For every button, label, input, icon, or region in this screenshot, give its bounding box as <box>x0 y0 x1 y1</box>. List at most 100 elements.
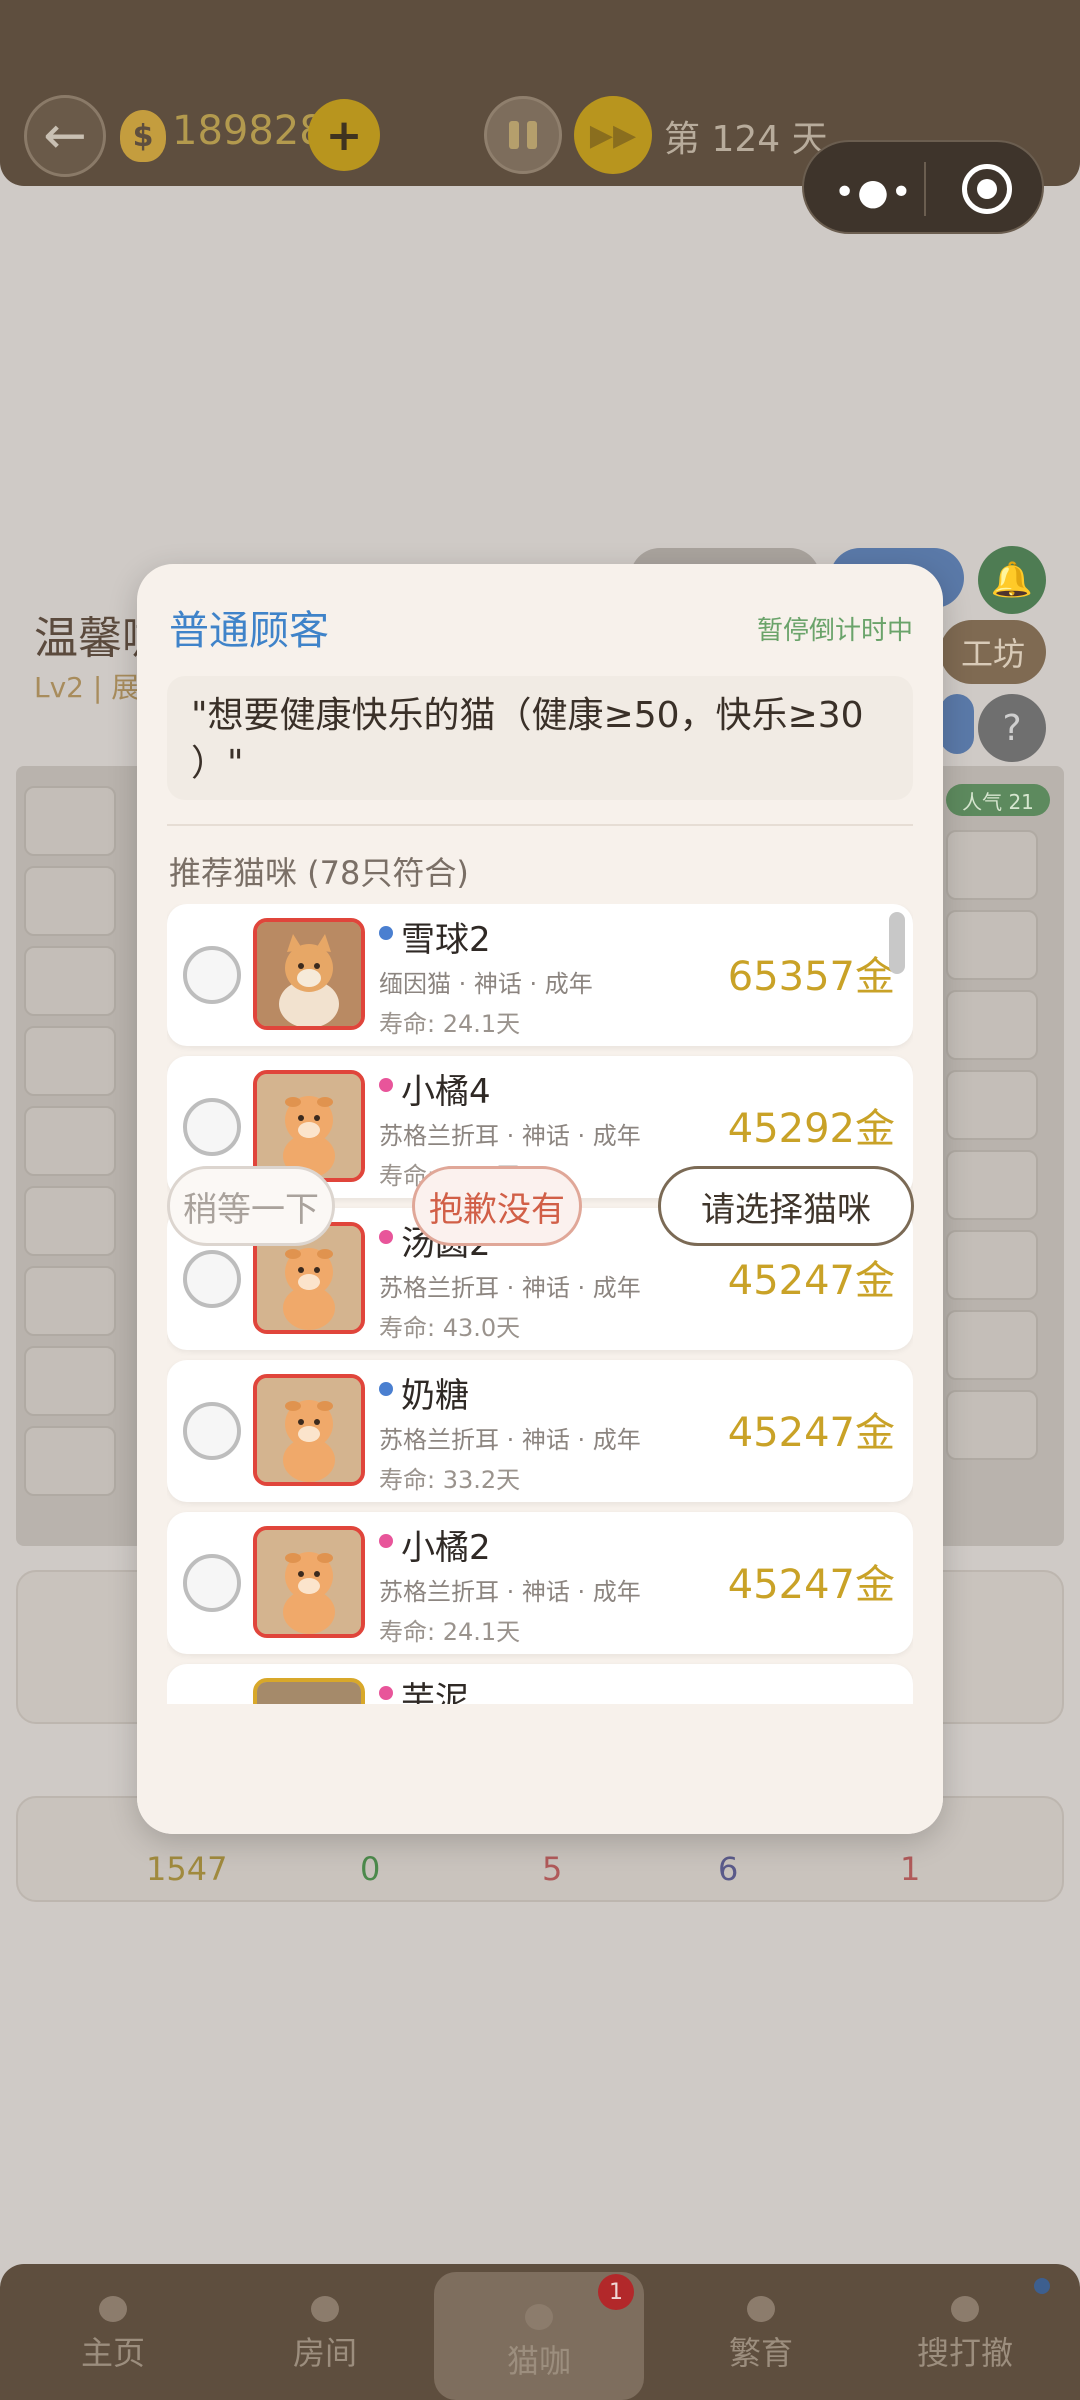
recommend-label: 推荐猫咪 (78只符合) <box>169 854 469 892</box>
floor-tile <box>946 830 1038 900</box>
cat-price: 45247金 <box>727 1410 895 1456</box>
cat-lifespan: 寿命: 43.0天 <box>379 1314 521 1342</box>
miniprogram-capsule: •●• <box>802 140 1044 234</box>
floor-tile <box>946 1230 1038 1300</box>
bottom-nav: 主页 房间 猫咖 繁育 搜打撤 <box>0 2264 1080 2400</box>
floor-tile <box>946 910 1038 980</box>
stat-value: 5 <box>542 1850 563 1888</box>
sorry-button[interactable]: 抱歉没有 <box>412 1166 582 1246</box>
back-arrow-icon[interactable]: ← <box>24 95 106 177</box>
close-target-icon[interactable] <box>962 164 1012 214</box>
cat-name: 奶糖 <box>401 1376 469 1416</box>
flower-icon <box>951 2296 979 2322</box>
bell-icon[interactable]: 🔔 <box>978 546 1046 614</box>
cat-list-viewport[interactable]: 雪球2 缅因猫 · 神话 · 成年 寿命: 24.1天 65357金 小橘4 苏… <box>167 904 913 1704</box>
gender-dot <box>379 926 393 940</box>
wait-button[interactable]: 稍等一下 <box>167 1166 335 1246</box>
floor-tile <box>946 1070 1038 1140</box>
gender-dot <box>379 1686 393 1700</box>
cat-lifespan: 寿命: 24.1天 <box>379 1010 521 1038</box>
floor-tile <box>24 1426 116 1496</box>
cat-lifespan: 寿命: 24.1天 <box>379 1618 521 1646</box>
workshop-button[interactable]: 工坊 <box>940 620 1046 684</box>
list-scrollbar[interactable] <box>889 912 905 974</box>
nav-home[interactable]: 主页 <box>8 2264 218 2400</box>
nav-breeding[interactable]: 繁育 <box>656 2264 866 2400</box>
cat-breed-info: 缅因猫 · 神话 · 成年 <box>379 970 593 998</box>
floor-tile <box>24 946 116 1016</box>
nav-label: 房间 <box>292 2334 357 2372</box>
scottish-fold-icon <box>257 1378 361 1482</box>
cat-avatar <box>253 1374 365 1486</box>
stat-value: 0 <box>360 1850 381 1888</box>
pause-icon <box>527 121 537 149</box>
floor-tile <box>24 866 116 936</box>
breeding-icon <box>747 2296 775 2322</box>
floor-tile <box>24 1186 116 1256</box>
cat-cafe-icon <box>525 2304 553 2330</box>
coin-count: 189828 <box>172 108 325 154</box>
select-radio[interactable] <box>183 1402 241 1460</box>
select-radio[interactable] <box>183 1250 241 1308</box>
floor-tile <box>946 1150 1038 1220</box>
gender-dot <box>379 1534 393 1548</box>
popularity-badge: 人气 21 <box>946 784 1050 816</box>
pause-icon <box>509 121 519 149</box>
cat-price: 45247金 <box>727 1258 895 1304</box>
cat-list-item[interactable]: 奶糖 苏格兰折耳 · 神话 · 成年 寿命: 33.2天 45247金 <box>167 1360 913 1502</box>
timer-status: 暂停倒计时中 <box>756 616 913 646</box>
capsule-divider <box>924 162 926 216</box>
scene-side-pill <box>940 694 974 754</box>
nav-rooms[interactable]: 房间 <box>220 2264 430 2400</box>
cat-breed-info: 苏格兰折耳 · 神话 · 成年 <box>379 1274 641 1302</box>
more-icon[interactable]: •●• <box>834 172 914 213</box>
customer-request: "想要健康快乐的猫（健康≥50，快乐≥30 ）" <box>167 676 913 800</box>
cafe-level: Lv2 | 展 <box>34 671 140 704</box>
cat-price: 45292金 <box>727 1106 895 1152</box>
floor-tile <box>24 1346 116 1416</box>
notification-dot <box>1034 2278 1050 2294</box>
select-radio[interactable] <box>183 946 241 1004</box>
cat-price: 65357金 <box>727 954 895 1000</box>
room-icon <box>311 2296 339 2322</box>
select-radio[interactable] <box>183 1554 241 1612</box>
cat-breed-info: 苏格兰折耳 · 神话 · 成年 <box>379 1426 641 1454</box>
stat-value: 1547 <box>146 1850 228 1888</box>
scottish-fold-icon <box>257 1074 361 1178</box>
cat-list-item[interactable]: 芋泥 <box>167 1664 913 1704</box>
help-icon[interactable]: ? <box>978 694 1046 762</box>
select-radio[interactable] <box>183 1098 241 1156</box>
cat-lifespan: 寿命: 33.2天 <box>379 1466 521 1494</box>
floor-tile <box>946 1310 1038 1380</box>
cat-list-item[interactable]: 雪球2 缅因猫 · 神话 · 成年 寿命: 24.1天 65357金 <box>167 904 913 1046</box>
money-bag-icon: $ <box>120 110 166 162</box>
nav-label: 主页 <box>80 2334 145 2372</box>
cat-breed-info: 苏格兰折耳 · 神话 · 成年 <box>379 1122 641 1150</box>
floor-tile <box>24 1266 116 1336</box>
cat-name: 雪球2 <box>401 920 491 960</box>
pause-button[interactable] <box>484 96 562 174</box>
scottish-fold-icon <box>257 1530 361 1634</box>
divider <box>167 824 913 826</box>
cat-price: 45247金 <box>727 1562 895 1608</box>
customer-type: 普通顾客 <box>169 608 329 654</box>
home-icon <box>99 2296 127 2322</box>
floor-tile <box>24 1026 116 1096</box>
nav-label: 繁育 <box>728 2334 793 2372</box>
floor-tile <box>24 1106 116 1176</box>
request-line: "想要健康快乐的猫（健康≥50，快乐≥30 <box>191 695 864 736</box>
fast-forward-button[interactable]: ▶▶ <box>574 96 652 174</box>
cat-name: 小橘2 <box>401 1528 491 1568</box>
floor-tile <box>946 1390 1038 1460</box>
cat-name: 芋泥 <box>401 1680 469 1704</box>
nav-label: 猫咖 <box>506 2342 571 2380</box>
floor-tile <box>946 990 1038 1060</box>
add-coins-button[interactable]: + <box>308 99 380 171</box>
day-counter: 第 124 天 <box>664 119 828 160</box>
request-line: ）" <box>191 743 244 784</box>
cat-avatar <box>253 918 365 1030</box>
nav-label: 搜打撤 <box>916 2334 1013 2372</box>
cat-list-item[interactable]: 小橘2 苏格兰折耳 · 神话 · 成年 寿命: 24.1天 45247金 <box>167 1512 913 1654</box>
gender-dot <box>379 1078 393 1092</box>
select-cat-button[interactable]: 请选择猫咪 <box>658 1166 914 1246</box>
